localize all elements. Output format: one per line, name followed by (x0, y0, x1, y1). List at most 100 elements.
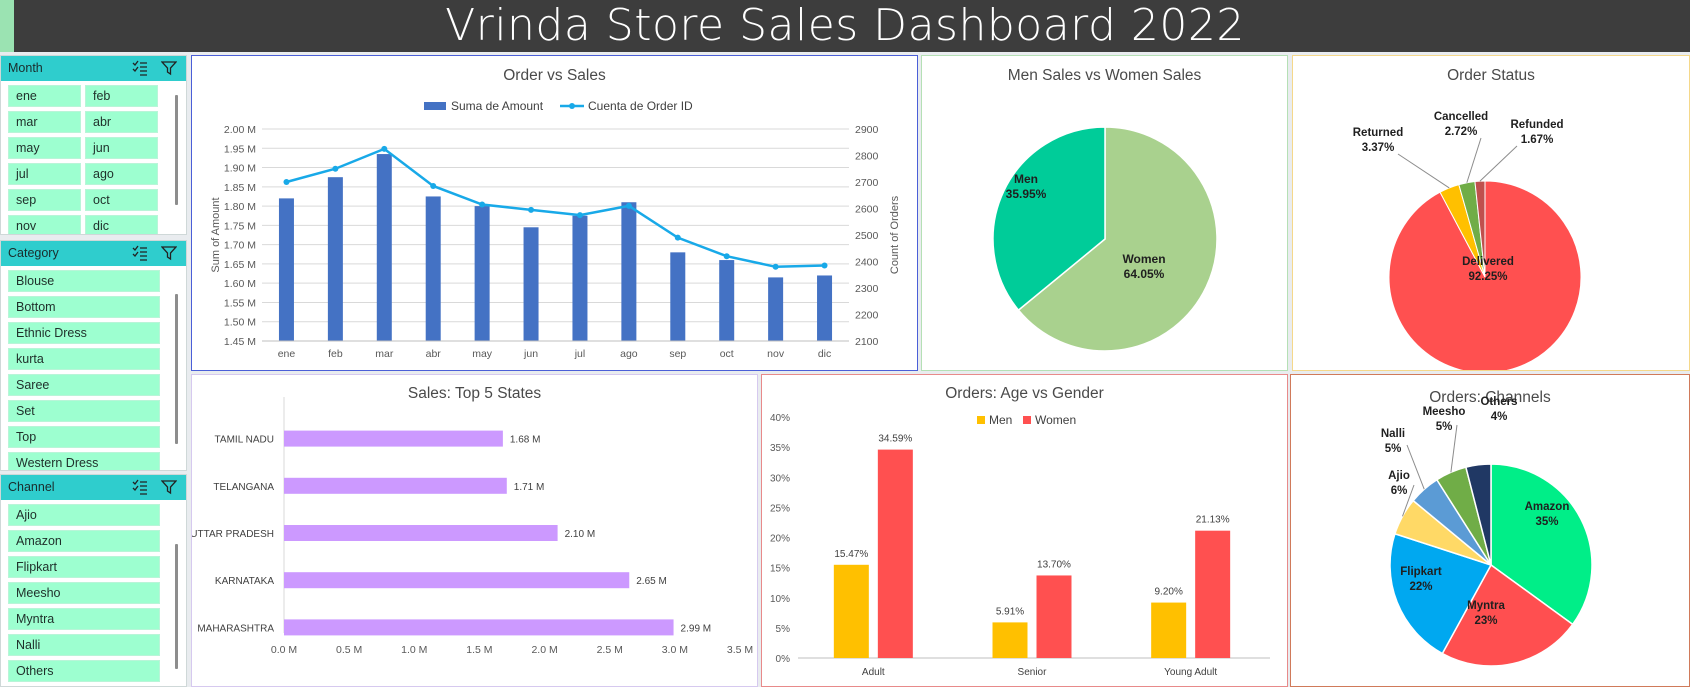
pie-label: Men (1014, 172, 1038, 186)
y-tick-label: 1.50 M (224, 317, 256, 329)
legend-swatch-women (1023, 416, 1031, 424)
month-slicer-item[interactable]: may (8, 137, 81, 159)
channel-slicer[interactable]: Channel Ajio Amazon Flipkart Meesho Myntra Na… (0, 474, 187, 687)
scrollbar-thumb[interactable] (175, 95, 178, 205)
orders-point (430, 182, 437, 189)
category-scrollbar[interactable] (168, 266, 186, 470)
y-tick-label: 1.70 M (224, 240, 256, 252)
channel-slicer-item[interactable]: Ajio (8, 504, 160, 526)
channel-slicer-item[interactable]: Meesho (8, 582, 160, 604)
x-tick-label: mar (375, 348, 394, 360)
channel-scrollbar[interactable] (168, 500, 186, 686)
y-tick-label: 10% (770, 594, 790, 605)
state-bar (284, 430, 503, 447)
state-label: TELANGANA (213, 482, 274, 493)
month-slicer-item[interactable]: ago (85, 163, 158, 185)
clear-filter-icon[interactable] (161, 245, 177, 261)
channel-slicer-item[interactable]: Myntra (8, 608, 160, 630)
sales-bar (425, 196, 441, 341)
x-tick-label: 3.0 M (662, 644, 688, 656)
channel-slicer-item[interactable]: Amazon (8, 530, 160, 552)
channel-slicer-header: Channel (1, 475, 186, 500)
pie-label: Nalli (1381, 428, 1405, 440)
month-slicer-item[interactable]: sep (8, 189, 81, 211)
x-tick-label: 1.0 M (401, 644, 427, 656)
top-states-panel: Sales: Top 5 States 0.0 M 0.5 M 1.0 M 1.5 M… (191, 374, 758, 687)
legend-swatch-amount (424, 102, 446, 110)
state-bar (284, 619, 674, 636)
state-label: TAMIL NADU (215, 435, 274, 446)
order-vs-sales-chart: Suma de Amount Cuenta de Order ID 1.45 M 1.… (210, 99, 901, 360)
pie-value-label: 3.37% (1362, 142, 1395, 154)
state-label: KARNATAKA (215, 576, 274, 587)
month-slicer-item[interactable]: jul (8, 163, 81, 185)
x-tick-label: sep (669, 348, 686, 360)
category-slicer-item[interactable]: Blouse (8, 270, 160, 292)
y-tick-label: 35% (770, 443, 790, 454)
y-tick-label: 5% (776, 624, 791, 635)
x-tick-label: jul (574, 348, 586, 360)
y2-tick-label: 2900 (855, 124, 879, 136)
month-slicer-item[interactable]: ene (8, 85, 81, 107)
channel-slicer-item[interactable]: Nalli (8, 634, 160, 656)
clear-filter-icon[interactable] (161, 60, 177, 76)
sales-bar (768, 277, 784, 341)
category-slicer-item[interactable]: Top (8, 426, 160, 448)
orders-point (332, 165, 339, 172)
pie-label: Meesho (1423, 406, 1466, 418)
category-slicer-item[interactable]: Western Dress (8, 452, 160, 470)
pie-value-label: 35% (1535, 516, 1558, 528)
category-slicer-item[interactable]: kurta (8, 348, 160, 370)
month-slicer-item[interactable]: dic (85, 215, 158, 234)
month-slicer-item[interactable]: oct (85, 189, 158, 211)
pie-value-label: 1.67% (1521, 134, 1554, 146)
sales-bar (523, 227, 539, 341)
bar-value-label: 21.13% (1196, 515, 1230, 526)
category-slicer-item[interactable]: Bottom (8, 296, 160, 318)
month-slicer-item[interactable]: nov (8, 215, 81, 234)
multi-select-icon[interactable] (132, 60, 148, 76)
orders-point (674, 234, 681, 241)
legend-label-orders: Cuenta de Order ID (588, 99, 693, 113)
month-slicer-item[interactable]: jun (85, 137, 158, 159)
pie-value-label: 22% (1409, 581, 1432, 593)
month-slicer-item[interactable]: feb (85, 85, 158, 107)
sales-bar (572, 215, 588, 341)
multi-select-icon[interactable] (132, 245, 148, 261)
y-tick-label: 1.80 M (224, 201, 256, 213)
pie-value-label: 35.95% (1006, 187, 1047, 201)
sales-bar (278, 198, 294, 341)
x-tick-label: Adult (862, 667, 885, 678)
month-scrollbar[interactable] (168, 81, 186, 234)
month-slicer-item[interactable]: abr (85, 111, 158, 133)
category-slicer-item[interactable]: Set (8, 400, 160, 422)
orders-point (479, 201, 486, 208)
channel-slicer-item[interactable]: Flipkart (8, 556, 160, 578)
state-bar (284, 477, 507, 494)
orders-point (283, 179, 290, 185)
category-slicer-item[interactable]: Ethnic Dress (8, 322, 160, 344)
x-tick-label: Senior (1018, 667, 1048, 678)
bar-value-label: 2.99 M (681, 623, 712, 634)
scrollbar-thumb[interactable] (175, 294, 178, 444)
pie-label: Others (1480, 396, 1517, 408)
pie-label: Amazon (1525, 501, 1570, 513)
scrollbar-thumb[interactable] (175, 544, 178, 669)
month-slicer[interactable]: Month ene feb mar abr may jun jul ago sep oct nov d… (0, 55, 187, 235)
channels-panel: Orders: Channels Amazon 35% Myntra 23% Flipk… (1290, 374, 1690, 687)
clear-filter-icon[interactable] (161, 479, 177, 495)
men-vs-women-chart: Men35.95% Women64.05% (992, 126, 1218, 352)
y-tick-label: 0% (776, 654, 791, 665)
channel-slicer-item[interactable]: Others (8, 660, 160, 682)
y2-tick-label: 2600 (855, 204, 879, 216)
category-slicer[interactable]: Category Blouse Bottom Ethnic Dress kurta Sa… (0, 240, 187, 471)
y2-tick-label: 2100 (855, 336, 879, 348)
month-slicer-item[interactable]: mar (8, 111, 81, 133)
pie-label: Cancelled (1434, 111, 1488, 123)
y-tick-label: 1.45 M (224, 336, 256, 348)
pie-value-label: 6% (1391, 485, 1408, 497)
bar-value-label: 1.68 M (510, 435, 541, 446)
orders-point (821, 262, 828, 269)
category-slicer-item[interactable]: Saree (8, 374, 160, 396)
multi-select-icon[interactable] (132, 479, 148, 495)
